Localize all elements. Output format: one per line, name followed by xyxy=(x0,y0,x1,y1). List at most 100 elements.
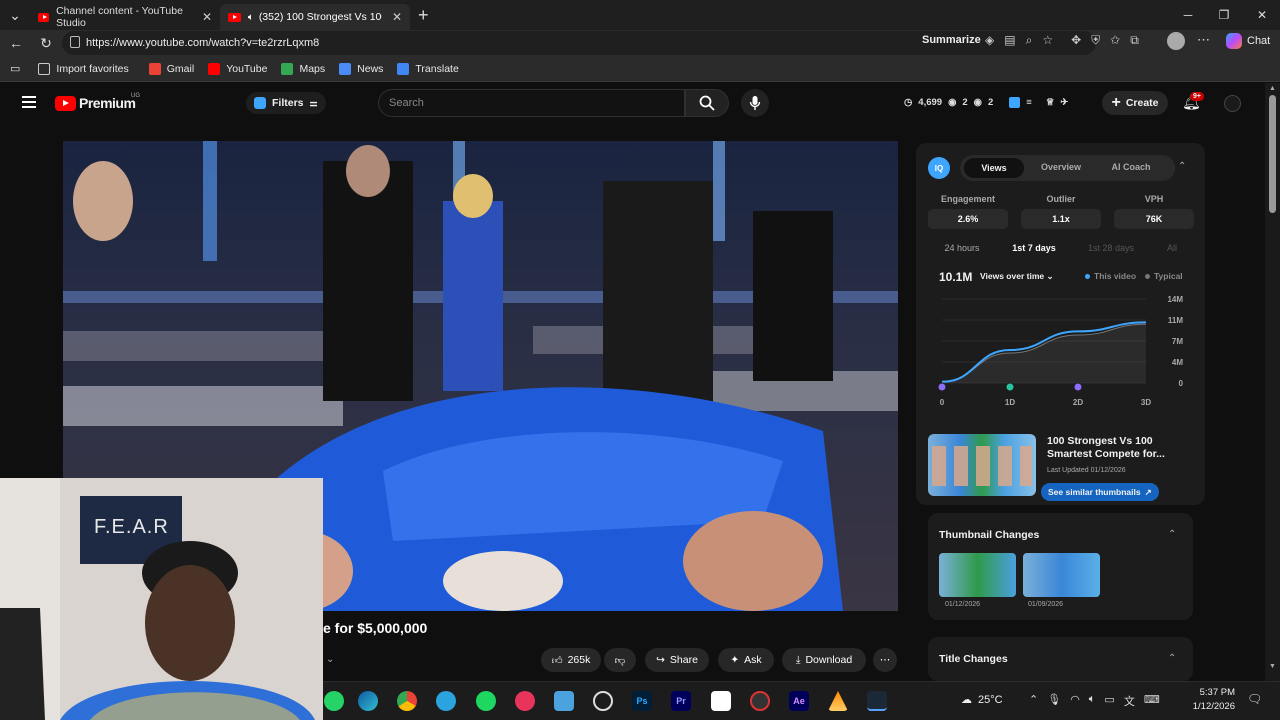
views-over-time-dropdown[interactable]: Views over time ⌄ xyxy=(980,271,1054,282)
trophy-icon[interactable]: ♕ xyxy=(1046,97,1055,108)
maximize-button[interactable]: ❐ xyxy=(1206,0,1242,30)
recorder-icon[interactable] xyxy=(750,691,770,711)
thumbnail-image[interactable] xyxy=(928,434,1036,496)
speaker-icon[interactable]: 🔈︎ xyxy=(248,12,254,23)
bookmark-maps[interactable]: Maps xyxy=(281,62,325,75)
menu-hamburger-icon[interactable] xyxy=(22,96,36,108)
bookmark-youtube[interactable]: YouTube xyxy=(208,62,267,75)
language-icon[interactable]: 文 xyxy=(1124,693,1135,709)
share-button[interactable]: ↪ Share xyxy=(645,648,709,672)
minimize-button[interactable]: ─ xyxy=(1170,0,1206,30)
scrollbar-thumb[interactable] xyxy=(1269,95,1276,213)
tab-views[interactable]: Views xyxy=(964,158,1024,178)
collapse-chevron-icon[interactable]: ⌃ xyxy=(1168,653,1176,664)
search-button[interactable] xyxy=(685,89,729,117)
voice-search-button[interactable] xyxy=(741,89,769,117)
rocket-icon[interactable]: ✈ xyxy=(1060,97,1068,108)
close-tab-icon[interactable]: ✕ xyxy=(202,10,212,24)
bookmark-translate[interactable]: Translate xyxy=(397,62,459,75)
tab-list-chevron-icon[interactable]: ⌄ xyxy=(0,2,30,28)
site-info-icon[interactable] xyxy=(70,36,80,48)
summarize-icon[interactable]: ◈ xyxy=(985,33,994,51)
wifi-icon[interactable]: ◠ xyxy=(1070,693,1080,709)
edge-icon[interactable] xyxy=(358,691,378,711)
extensions-icon[interactable]: ✥ xyxy=(1071,33,1081,51)
youtube-premium-logo[interactable]: Premium xyxy=(79,95,136,111)
collections-icon[interactable]: ⧉ xyxy=(1130,33,1139,51)
tray-chevron-icon[interactable]: ⌃ xyxy=(1029,693,1038,709)
y-tick-label: 7M xyxy=(1172,337,1183,346)
chrome-icon[interactable] xyxy=(397,691,417,711)
description-chevron-icon[interactable]: ⌄ xyxy=(326,654,334,665)
page-scrollbar[interactable]: ▲ ▼ xyxy=(1265,83,1280,681)
account-avatar[interactable] xyxy=(1224,95,1241,112)
list-icon[interactable]: ≡ xyxy=(1026,97,1032,108)
steam-icon[interactable] xyxy=(867,691,887,711)
tab-youtube-studio[interactable]: Channel content - YouTube Studio ✕ xyxy=(30,4,220,30)
bookmark-gmail[interactable]: Gmail xyxy=(148,62,194,75)
chatgpt-icon[interactable] xyxy=(593,691,613,711)
range-all[interactable]: All xyxy=(1162,243,1182,253)
whatsapp-icon[interactable] xyxy=(324,691,344,711)
capcut-icon[interactable] xyxy=(711,691,731,711)
favorite-star-icon[interactable]: ☆ xyxy=(1042,33,1053,51)
photoshop-icon[interactable]: Ps xyxy=(632,691,652,711)
profile-avatar[interactable] xyxy=(1167,32,1185,50)
notification-center-icon[interactable]: 🗨︎ xyxy=(1247,692,1262,706)
tab-active-video[interactable]: 🔈︎ (352) 100 Strongest Vs 100 Sm ✕ xyxy=(220,4,410,30)
battery-icon[interactable]: ▭ xyxy=(1104,693,1114,709)
ask-button[interactable]: ✦ Ask xyxy=(718,648,774,672)
close-window-button[interactable]: ✕ xyxy=(1244,0,1280,30)
tab-overview[interactable]: Overview xyxy=(1031,162,1091,172)
see-similar-thumbnails-button[interactable]: See similar thumbnails ↗ xyxy=(1041,483,1159,501)
more-menu-icon[interactable]: ⋯ xyxy=(1197,32,1210,48)
telegram-icon[interactable] xyxy=(436,691,456,711)
dislike-button[interactable]: 👎︎ xyxy=(604,648,636,672)
collapse-chevron-icon[interactable]: ⌃ xyxy=(1168,529,1176,540)
filters-button[interactable]: Filters ⚌ xyxy=(246,92,326,114)
back-arrow-icon[interactable]: ← xyxy=(3,30,29,56)
close-tab-icon[interactable]: ✕ xyxy=(392,10,402,24)
tab-ai-coach[interactable]: AI Coach xyxy=(1100,162,1162,172)
download-button[interactable]: ⤓ Download xyxy=(782,648,866,672)
volume-icon[interactable]: 🔈︎ xyxy=(1089,693,1096,709)
bookmark-import-favorites[interactable]: Import favorites xyxy=(38,62,129,75)
scroll-up-arrow-icon[interactable]: ▲ xyxy=(1269,85,1276,92)
more-actions-button[interactable]: ⋯ xyxy=(873,648,897,672)
weather-widget[interactable]: ☁ 25°C xyxy=(961,693,1003,707)
like-button[interactable]: 👍︎ 265k xyxy=(541,648,601,672)
range-24-hours[interactable]: 24 hours xyxy=(936,243,988,253)
reader-icon[interactable]: ▤ xyxy=(1004,33,1015,51)
clock[interactable]: 5:37 PM 1/12/2026 xyxy=(1191,686,1235,714)
create-button[interactable]: + Create xyxy=(1102,91,1168,115)
reading-list-icon[interactable]: ▭ xyxy=(10,62,20,75)
after-effects-icon[interactable]: Ae xyxy=(789,691,809,711)
media-player-icon[interactable] xyxy=(515,691,535,711)
premiere-icon[interactable]: Pr xyxy=(671,691,691,711)
range-1st-28-days[interactable]: 1st 28 days xyxy=(1082,243,1140,253)
keyboard-icon[interactable]: ⌨ xyxy=(1144,693,1160,709)
search-input[interactable]: Search xyxy=(378,89,685,117)
range-1st-7-days[interactable]: 1st 7 days xyxy=(1006,243,1062,253)
browser-tab-bar: ⌄ Channel content - YouTube Studio ✕ 🔈︎ … xyxy=(0,0,1280,30)
microphone-icon[interactable]: 🎙︎ xyxy=(1047,693,1061,709)
scroll-down-arrow-icon[interactable]: ▼ xyxy=(1269,663,1276,670)
shield-icon[interactable]: ⛨ xyxy=(1091,33,1100,51)
youtube-logo-icon[interactable] xyxy=(55,96,76,111)
spotify-icon[interactable] xyxy=(476,691,496,711)
thumbnail-version-2[interactable] xyxy=(1023,553,1100,597)
collapse-chevron-icon[interactable]: ⌃ xyxy=(1178,161,1186,172)
thumbnail-version-1[interactable] xyxy=(939,553,1016,597)
summarize-button[interactable]: Summarize xyxy=(922,34,981,46)
iq-icon[interactable] xyxy=(1009,97,1021,108)
bookmark-news[interactable]: News xyxy=(339,62,383,75)
tab-label: Channel content - YouTube Studio xyxy=(56,5,183,29)
vlc-icon[interactable] xyxy=(828,691,848,711)
new-tab-button[interactable]: + xyxy=(418,5,429,26)
copilot-chat-button[interactable]: Chat xyxy=(1226,33,1270,49)
files-icon[interactable] xyxy=(554,691,574,711)
favorites-icon[interactable]: ✩ xyxy=(1110,33,1120,51)
zoom-icon[interactable]: ⌕ xyxy=(1026,33,1033,51)
reload-icon[interactable]: ↻ xyxy=(33,30,59,56)
wall-sign: F.E.A.R xyxy=(94,516,169,538)
